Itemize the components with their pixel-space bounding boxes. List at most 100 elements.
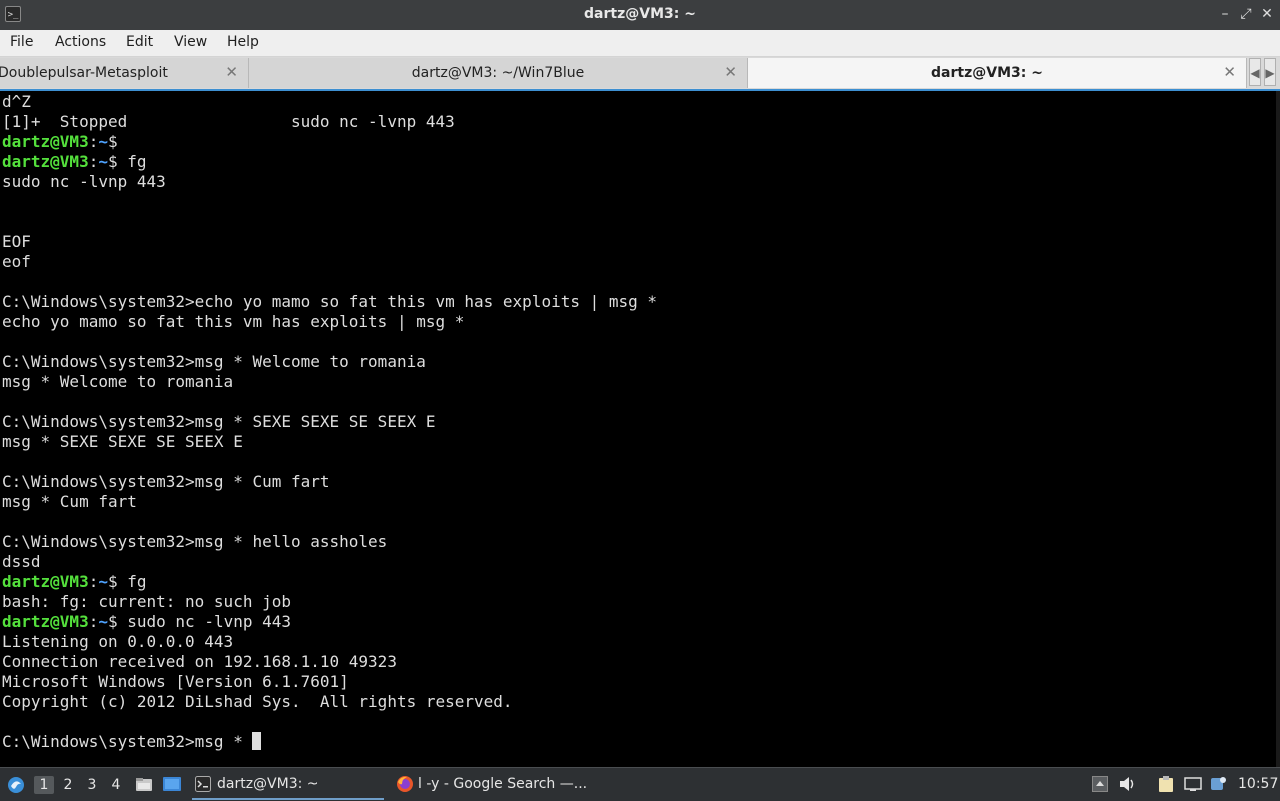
- close-icon[interactable]: ✕: [1258, 5, 1276, 23]
- prompt-path: ~: [98, 612, 108, 631]
- workspace-2[interactable]: 2: [58, 776, 78, 794]
- task-terminal[interactable]: dartz@VM3: ~: [192, 770, 384, 800]
- line-text: C:\Windows\system32>msg *: [2, 732, 253, 751]
- line-text: dssd: [2, 552, 41, 571]
- output-line: C:\Windows\system32>msg * hello assholes: [2, 532, 387, 552]
- prompt-symbol: $: [107, 152, 128, 171]
- volume-icon[interactable]: [1119, 776, 1137, 792]
- tab-close-icon[interactable]: ✕: [724, 63, 737, 81]
- line-text: Connection received on 192.168.1.10 4932…: [2, 652, 397, 671]
- task-firefox[interactable]: l -y - Google Search —...: [393, 770, 593, 798]
- line-text: C:\Windows\system32>msg * hello assholes: [2, 532, 388, 551]
- prompt-line: dartz@VM3:~$ fg: [2, 152, 147, 172]
- tab-win7blue[interactable]: dartz@VM3: ~/Win7Blue ✕: [249, 58, 748, 88]
- output-line: C:\Windows\system32>msg *: [2, 732, 262, 752]
- prompt-separator: :: [88, 152, 99, 171]
- line-text: C:\Windows\system32>echo yo mamo so fat …: [2, 292, 658, 311]
- prompt-symbol: $: [107, 572, 128, 591]
- line-text: Microsoft Windows [Version 6.1.7601]: [2, 672, 349, 691]
- tab-bar: Doublepulsar-Metasploit ✕ dartz@VM3: ~/W…: [0, 57, 1280, 89]
- tab-label: Doublepulsar-Metasploit: [0, 65, 168, 81]
- menu-bar: File Actions Edit View Help: [0, 30, 1280, 57]
- file-manager-icon[interactable]: [135, 776, 153, 794]
- text-cursor: [252, 732, 262, 750]
- line-text: Listening on 0.0.0.0 443: [2, 632, 234, 651]
- start-menu-icon[interactable]: [7, 776, 25, 794]
- output-line: msg * Cum fart: [2, 492, 137, 512]
- prompt-line: dartz@VM3:~$ sudo nc -lvnp 443: [2, 612, 291, 632]
- minimize-icon[interactable]: –: [1216, 5, 1234, 23]
- output-line: sudo nc -lvnp 443: [2, 172, 166, 192]
- prompt-user: dartz@VM3: [2, 572, 89, 591]
- line-text: msg * SEXE SEXE SE SEEX E: [2, 432, 243, 451]
- output-line: EOF: [2, 232, 31, 252]
- prompt-path: ~: [98, 132, 108, 151]
- prompt-separator: :: [88, 132, 99, 151]
- prompt-separator: :: [88, 572, 99, 591]
- line-text: fg: [127, 572, 147, 591]
- line-text: C:\Windows\system32>msg * Cum fart: [2, 472, 330, 491]
- menu-file[interactable]: File: [10, 34, 33, 50]
- output-line: C:\Windows\system32>msg * Cum fart: [2, 472, 330, 492]
- output-line: Listening on 0.0.0.0 443: [2, 632, 233, 652]
- menu-view[interactable]: View: [174, 34, 207, 50]
- output-line: Connection received on 192.168.1.10 4932…: [2, 652, 397, 672]
- tab-home[interactable]: dartz@VM3: ~ ✕: [748, 58, 1247, 88]
- line-text: sudo nc -lvnp 443: [2, 172, 166, 191]
- line-text: Copyright (c) 2012 DiLshad Sys. All righ…: [2, 692, 513, 711]
- line-text: C:\Windows\system32>msg * Welcome to rom…: [2, 352, 426, 371]
- terminal-scrollbar[interactable]: [1276, 91, 1280, 767]
- output-line: msg * Welcome to romania: [2, 372, 233, 392]
- line-text: fg: [127, 152, 147, 171]
- tab-label: dartz@VM3: ~: [931, 65, 1043, 81]
- line-text: echo yo mamo so fat this vm has exploits…: [2, 312, 465, 331]
- prompt-user: dartz@VM3: [2, 612, 89, 631]
- task-label: l -y - Google Search —...: [418, 776, 588, 792]
- output-line: d^Z: [2, 92, 31, 112]
- output-line: [1]+ Stopped sudo nc -lvnp 443: [2, 112, 455, 132]
- output-line: Microsoft Windows [Version 6.1.7601]: [2, 672, 349, 692]
- clipboard-icon[interactable]: [1157, 775, 1175, 793]
- output-line: Copyright (c) 2012 DiLshad Sys. All righ…: [2, 692, 513, 712]
- workspace-4[interactable]: 4: [106, 776, 126, 794]
- prompt-separator: :: [88, 612, 99, 631]
- menu-actions[interactable]: Actions: [55, 34, 106, 50]
- clock[interactable]: 10:57: [1238, 776, 1278, 792]
- prompt-line: dartz@VM3:~$: [2, 132, 127, 152]
- tab-close-icon[interactable]: ✕: [1223, 63, 1236, 81]
- terminal-icon: [195, 776, 211, 792]
- tab-label: dartz@VM3: ~/Win7Blue: [411, 65, 585, 81]
- menu-edit[interactable]: Edit: [126, 34, 153, 50]
- task-label: dartz@VM3: ~: [217, 776, 319, 792]
- terminal-output[interactable]: d^Z [1]+ Stopped sudo nc -lvnp 443 dartz@V…: [0, 91, 1276, 767]
- line-text: EOF: [2, 232, 31, 251]
- prompt-user: dartz@VM3: [2, 132, 89, 151]
- prompt-path: ~: [98, 152, 108, 171]
- output-line: eof: [2, 252, 31, 272]
- line-text: sudo nc -lvnp 443: [127, 612, 292, 631]
- line-text: bash: fg: current: no such job: [2, 592, 291, 611]
- output-line: C:\Windows\system32>msg * SEXE SEXE SE S…: [2, 412, 435, 432]
- show-desktop-icon[interactable]: [162, 776, 182, 794]
- workspace-1[interactable]: 1: [34, 776, 54, 794]
- output-line: bash: fg: current: no such job: [2, 592, 291, 612]
- tab-doublepulsar[interactable]: Doublepulsar-Metasploit ✕: [0, 58, 249, 88]
- tab-close-icon[interactable]: ✕: [225, 63, 238, 81]
- window-titlebar: >_ dartz@VM3: ~ – ⤢ ✕: [0, 0, 1280, 30]
- window-title: dartz@VM3: ~: [584, 6, 696, 22]
- prompt-path: ~: [98, 572, 108, 591]
- tray-up-arrow-icon[interactable]: [1092, 776, 1108, 792]
- tab-scroll-left-icon[interactable]: ◀: [1249, 58, 1261, 86]
- output-line: C:\Windows\system32>echo yo mamo so fat …: [2, 292, 657, 312]
- notification-icon[interactable]: [1210, 775, 1228, 793]
- network-icon[interactable]: [1184, 776, 1202, 792]
- line-text: msg * Cum fart: [2, 492, 137, 511]
- taskbar: 1 2 3 4 dartz@VM3: ~ l -y - Google Searc…: [0, 767, 1280, 801]
- prompt-symbol: $: [107, 612, 128, 631]
- tab-scroll-right-icon[interactable]: ▶: [1264, 58, 1276, 86]
- workspace-3[interactable]: 3: [82, 776, 102, 794]
- line-text: msg * Welcome to romania: [2, 372, 234, 391]
- menu-help[interactable]: Help: [227, 34, 259, 50]
- prompt-symbol: $: [107, 132, 128, 151]
- maximize-icon[interactable]: ⤢: [1237, 5, 1255, 23]
